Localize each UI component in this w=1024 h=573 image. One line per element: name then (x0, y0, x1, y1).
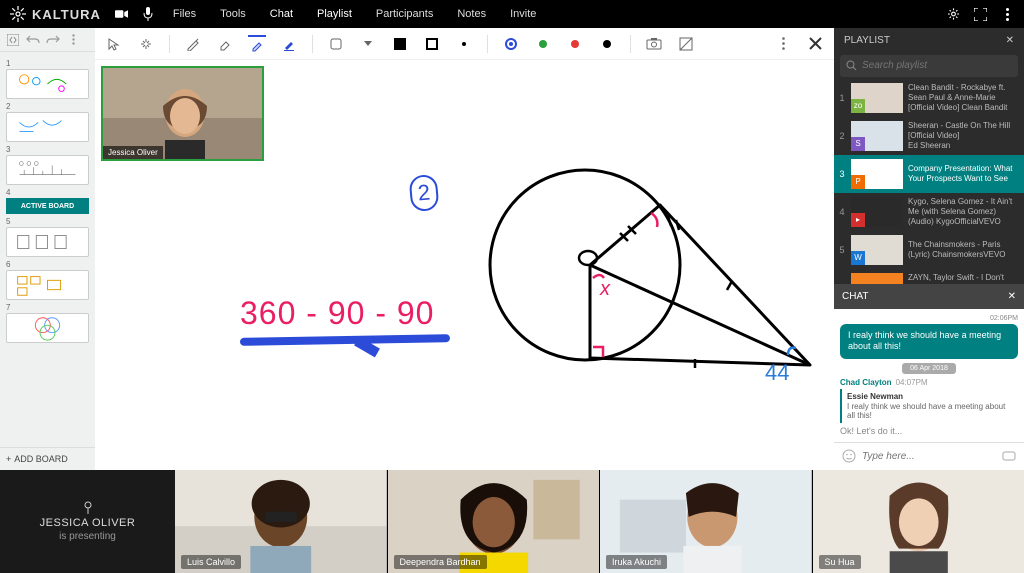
highlighter-tool-icon[interactable] (248, 35, 266, 53)
shape-dropdown-icon[interactable] (359, 35, 377, 53)
whiteboard-canvas[interactable]: Jessica Oliver 2 360 - 90 - 90 (95, 60, 834, 470)
color-blue-icon[interactable] (502, 35, 520, 53)
playlist-item[interactable]: 6 zo ZAYN, Taylor Swift - I Don't Wanna … (834, 269, 1024, 284)
presenter-name-tag: Jessica Oliver (103, 146, 163, 159)
settings-icon[interactable] (947, 8, 960, 21)
right-panel: PLAYLIST ✕ 1 zo Clean Bandit - Rockabye … (834, 28, 1024, 470)
board-thumb[interactable]: 2 (6, 102, 89, 142)
magic-tool-icon[interactable] (137, 35, 155, 53)
equation-underline (240, 334, 450, 346)
pencil-tool-icon[interactable] (184, 35, 202, 53)
eraser-tool-icon[interactable] (216, 35, 234, 53)
camera-icon[interactable] (115, 8, 128, 21)
app-name: KALTURA (32, 7, 101, 22)
chat-messages: 02:06PM I realy think we should have a m… (834, 309, 1024, 442)
fill-outline-icon[interactable] (423, 35, 441, 53)
playlist-item[interactable]: 5 W The Chainsmokers - Paris (Lyric) Cha… (834, 231, 1024, 269)
playlist-search-input[interactable] (862, 60, 1012, 71)
playlist-header: PLAYLIST ✕ (834, 28, 1024, 53)
whiteboard-toolbar (95, 28, 834, 60)
whiteboard-area: Jessica Oliver 2 360 - 90 - 90 (95, 28, 834, 470)
geometry-figure: x 44 (480, 150, 830, 420)
more-tools-icon[interactable] (64, 31, 82, 49)
close-icon[interactable]: ✕ (1006, 35, 1014, 46)
pointer-tool-icon[interactable] (105, 35, 123, 53)
playlist-list: 1 zo Clean Bandit - Rockabye ft. Sean Pa… (834, 79, 1024, 284)
playlist-item[interactable]: 4 ▸ Kygo, Selena Gomez - It Ain't Me (wi… (834, 193, 1024, 231)
presenter-pin-icon (82, 501, 94, 515)
chat-header: CHAT ✕ (834, 285, 1024, 309)
participant-tile[interactable]: Luis Calvillo (175, 470, 387, 573)
plus-icon: + (6, 454, 11, 464)
date-separator: 06 Apr 2018 (902, 363, 956, 374)
menu-chat[interactable]: Chat (266, 6, 297, 22)
marker-tool-icon[interactable] (280, 35, 298, 53)
menu-tools[interactable]: Tools (216, 6, 250, 22)
playlist-item[interactable]: 3 P Company Presentation: What Your Pros… (834, 155, 1024, 193)
color-black-icon[interactable] (598, 35, 616, 53)
board-thumb[interactable]: 1 (6, 59, 89, 99)
close-toolbar-icon[interactable] (806, 35, 824, 53)
message-sender: Chad Clayton04:07PM (840, 378, 1018, 387)
main-area: 1 2 3 4ACTIVE BOARD 5 6 7 +ADD BOARD (0, 28, 1024, 470)
mic-icon[interactable] (142, 8, 155, 21)
presenter-video[interactable]: Jessica Oliver (101, 66, 264, 161)
playlist-search[interactable] (840, 55, 1018, 77)
participant-tile[interactable]: Su Hua (812, 470, 1024, 573)
chat-panel: CHAT ✕ 02:06PM I realy think we should h… (834, 284, 1024, 470)
board-thumb[interactable]: 5 (6, 217, 89, 257)
chat-text-input[interactable] (862, 451, 996, 462)
top-bar: KALTURA Files Tools Chat Playlist Partic… (0, 0, 1024, 28)
board-nav-icon[interactable] (4, 31, 22, 49)
board-thumb[interactable]: 7 (6, 303, 89, 343)
outer-angle-label: 44 (765, 360, 789, 385)
app-logo: KALTURA (10, 6, 101, 22)
fullscreen-icon[interactable] (974, 8, 987, 21)
board-nav-tools (0, 28, 95, 52)
undo-icon[interactable] (24, 31, 42, 49)
playlist-item[interactable]: 2 S Sheeran - Castle On The Hill [Offici… (834, 117, 1024, 155)
chat-input-bar (834, 442, 1024, 470)
kaltura-icon (10, 6, 26, 22)
menu-notes[interactable]: Notes (453, 6, 490, 22)
shape-rect-icon[interactable] (327, 35, 345, 53)
main-menu: Files Tools Chat Playlist Participants N… (169, 6, 541, 22)
camera-snapshot-icon[interactable] (645, 35, 663, 53)
redo-icon[interactable] (44, 31, 62, 49)
attachment-icon[interactable] (1002, 450, 1016, 462)
presenter-tile: JESSICA OLIVER is presenting (0, 470, 175, 573)
stroke-width-icon[interactable] (455, 35, 473, 53)
board-thumb-active[interactable]: 4ACTIVE BOARD (6, 188, 89, 214)
participant-tile[interactable]: Iruka Akuchi (599, 470, 812, 573)
message-time: 02:06PM (840, 315, 1018, 322)
color-green-icon[interactable] (534, 35, 552, 53)
equation-text: 360 - 90 - 90 (240, 295, 434, 332)
toolbar-more-icon[interactable] (774, 35, 792, 53)
board-thumb[interactable]: 3 (6, 145, 89, 185)
emoji-icon[interactable] (842, 449, 856, 463)
playlist-item[interactable]: 1 zo Clean Bandit - Rockabye ft. Sean Pa… (834, 79, 1024, 117)
chat-bubble: I realy think we should have a meeting a… (840, 324, 1018, 359)
participants-bar: JESSICA OLIVER is presenting Luis Calvil… (0, 470, 1024, 573)
fill-black-icon[interactable] (391, 35, 409, 53)
image-tool-icon[interactable] (677, 35, 695, 53)
quoted-message: Essie Newman I realy think we should hav… (840, 389, 1018, 423)
board-thumbnails-panel: 1 2 3 4ACTIVE BOARD 5 6 7 +ADD BOARD (0, 28, 95, 470)
question-number: 2 (408, 174, 439, 212)
close-icon[interactable]: ✕ (1008, 291, 1016, 302)
reply-text: Ok! Let's do it... (840, 426, 1018, 436)
menu-files[interactable]: Files (169, 6, 200, 22)
menu-invite[interactable]: Invite (506, 6, 540, 22)
menu-playlist[interactable]: Playlist (313, 6, 356, 22)
participant-tile[interactable]: Deependra Bardhan (387, 470, 600, 573)
more-icon[interactable] (1001, 8, 1014, 21)
menu-participants[interactable]: Participants (372, 6, 437, 22)
color-red-icon[interactable] (566, 35, 584, 53)
angle-x-label: x (599, 278, 611, 300)
add-board-button[interactable]: +ADD BOARD (0, 447, 95, 470)
search-icon (846, 60, 857, 71)
board-thumb[interactable]: 6 (6, 260, 89, 300)
